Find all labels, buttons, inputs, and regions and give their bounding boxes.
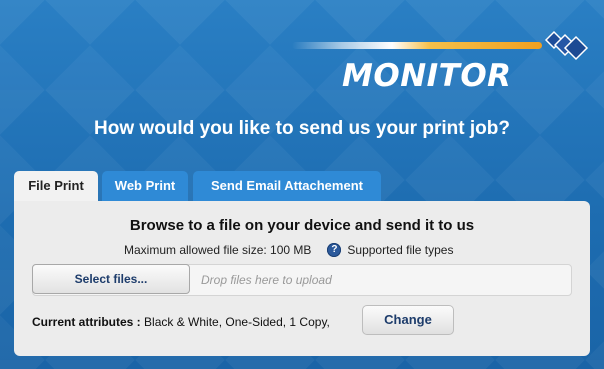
attributes-label: Current attributes : (32, 315, 141, 329)
file-print-panel: Browse to a file on your device and send… (14, 201, 590, 356)
logo-swoosh (292, 42, 542, 49)
tab-file-print[interactable]: File Print (14, 171, 98, 202)
drop-hint: Drop files here to upload (201, 273, 332, 287)
change-button[interactable]: Change (362, 305, 454, 335)
page-heading: How would you like to send us your print… (94, 118, 510, 139)
monitor-logo: MONITOR (292, 28, 592, 98)
panel-title: Browse to a file on your device and send… (129, 217, 475, 234)
max-file-size: Maximum allowed file size: 100 MB (124, 243, 312, 257)
current-attributes: Current attributes : Black & White, One-… (32, 315, 330, 329)
tab-send-email[interactable]: Send Email Attachement (193, 171, 381, 202)
select-files-button[interactable]: Select files... (32, 264, 190, 294)
tab-web-print[interactable]: Web Print (102, 171, 188, 202)
supported-file-types-link[interactable]: Supported file types (347, 243, 453, 257)
file-drop-zone[interactable]: Select files... Drop files here to uploa… (32, 264, 572, 296)
file-size-info: Maximum allowed file size: 100 MB ? Supp… (124, 243, 453, 257)
attributes-value: Black & White, One-Sided, 1 Copy, (144, 315, 330, 329)
brand-name: MONITOR (342, 58, 512, 94)
question-circle-icon[interactable]: ? (327, 243, 342, 257)
diamond-logo-icon (544, 30, 589, 61)
